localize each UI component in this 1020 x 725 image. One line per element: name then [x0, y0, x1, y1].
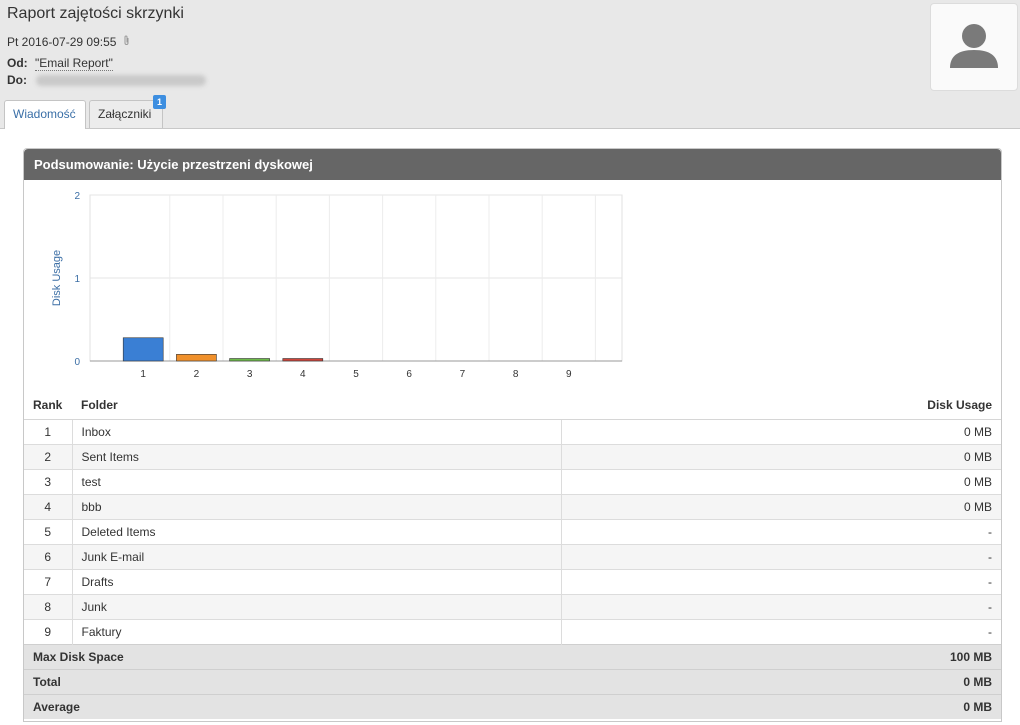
message-header: Raport zajętości skrzynki Pt 2016-07-29 … [0, 0, 1020, 129]
row-usage: - [561, 594, 1001, 620]
summary-label: Average [24, 694, 561, 719]
bar-3 [229, 358, 270, 362]
summary-value: 0 MB [561, 669, 1001, 695]
row-folder: bbb [72, 494, 562, 520]
x-tick-label: 6 [406, 369, 412, 380]
from-sender[interactable]: "Email Report" [35, 56, 113, 71]
x-tick-label: 3 [247, 369, 253, 380]
table-row: 3 test 0 MB [24, 469, 1001, 495]
y-tick-label: 1 [74, 274, 80, 285]
x-tick-label: 9 [566, 369, 572, 380]
table-row: 4 bbb 0 MB [24, 494, 1001, 520]
summary-label: Max Disk Space [24, 644, 561, 670]
row-usage: 0 MB [561, 419, 1001, 445]
row-usage: - [561, 519, 1001, 545]
x-tick-label: 7 [460, 369, 466, 380]
report-panel: Podsumowanie: Użycie przestrzeni dyskowe… [23, 148, 1002, 722]
row-rank: 2 [24, 444, 73, 470]
x-tick-label: 1 [140, 369, 146, 380]
row-rank: 4 [24, 494, 73, 520]
to-line: Do: [7, 73, 207, 87]
panel-title: Podsumowanie: Użycie przestrzeni dyskowe… [24, 149, 1001, 180]
to-recipient-redacted[interactable] [36, 75, 207, 87]
table-row: 8 Junk - [24, 594, 1001, 620]
row-usage: - [561, 569, 1001, 595]
row-folder: Junk [72, 594, 562, 620]
bar-1 [122, 337, 164, 362]
y-tick-label: 2 [74, 191, 80, 202]
bar-2 [176, 354, 217, 362]
y-axis-label: Disk Usage [51, 250, 63, 306]
summary-label: Total [24, 669, 561, 695]
row-rank: 5 [24, 519, 73, 545]
y-tick-label: 0 [74, 357, 80, 368]
row-folder: Junk E-mail [72, 544, 562, 570]
row-usage: 0 MB [561, 494, 1001, 520]
row-usage: 0 MB [561, 469, 1001, 495]
folder-header: Folder [72, 391, 561, 420]
tab-attachments-label: Załączniki [98, 107, 152, 121]
summary-value: 100 MB [561, 644, 1001, 670]
person-icon [950, 24, 998, 68]
paperclip-icon [123, 35, 130, 49]
report-table: Rank Folder Disk Usage 1 Inbox 0 MB 2 Se… [24, 391, 1001, 719]
tab-message-label: Wiadomość [13, 107, 76, 121]
row-folder: Deleted Items [72, 519, 562, 545]
table-row: 2 Sent Items 0 MB [24, 444, 1001, 470]
row-folder: Sent Items [72, 444, 562, 470]
row-folder: Inbox [72, 419, 562, 445]
to-label: Do: [7, 73, 27, 87]
disk-usage-chart: 0 1 2 1 2 3 4 5 6 7 8 9 Disk Usage [51, 191, 623, 380]
row-rank: 6 [24, 544, 73, 570]
row-rank: 1 [24, 419, 73, 445]
row-usage: - [561, 619, 1001, 645]
x-tick-label: 8 [513, 369, 519, 380]
row-rank: 3 [24, 469, 73, 495]
usage-header: Disk Usage [561, 391, 1001, 420]
rank-header: Rank [24, 391, 72, 420]
attachments-count-badge: 1 [153, 95, 166, 109]
row-usage: - [561, 544, 1001, 570]
row-usage: 0 MB [561, 444, 1001, 470]
avatar [930, 3, 1018, 91]
table-row: 7 Drafts - [24, 569, 1001, 595]
tab-message[interactable]: Wiadomość [4, 100, 86, 129]
summary-row-total: Total 0 MB [24, 669, 1001, 695]
x-tick-label: 2 [194, 369, 200, 380]
x-tick-label: 5 [353, 369, 359, 380]
message-date: Pt 2016-07-29 09:55 [7, 35, 130, 49]
summary-value: 0 MB [561, 694, 1001, 719]
table-row: 6 Junk E-mail - [24, 544, 1001, 570]
x-tick-label: 4 [300, 369, 306, 380]
row-rank: 8 [24, 594, 73, 620]
row-folder: Faktury [72, 619, 562, 645]
table-row: 1 Inbox 0 MB [24, 419, 1001, 445]
table-row: 5 Deleted Items - [24, 519, 1001, 545]
message-date-text: Pt 2016-07-29 09:55 [7, 35, 117, 49]
summary-row-max: Max Disk Space 100 MB [24, 644, 1001, 670]
message-subject: Raport zajętości skrzynki [7, 5, 184, 22]
row-folder: test [72, 469, 562, 495]
row-rank: 9 [24, 619, 73, 645]
tab-attachments[interactable]: Załączniki [89, 100, 163, 128]
row-rank: 7 [24, 569, 73, 595]
table-header-row: Rank Folder Disk Usage [24, 391, 1001, 420]
bar-4 [282, 358, 324, 362]
from-line: Od: "Email Report" [7, 56, 113, 71]
row-folder: Drafts [72, 569, 562, 595]
summary-row-average: Average 0 MB [24, 694, 1001, 719]
from-label: Od: [7, 56, 28, 70]
table-row: 9 Faktury - [24, 619, 1001, 645]
